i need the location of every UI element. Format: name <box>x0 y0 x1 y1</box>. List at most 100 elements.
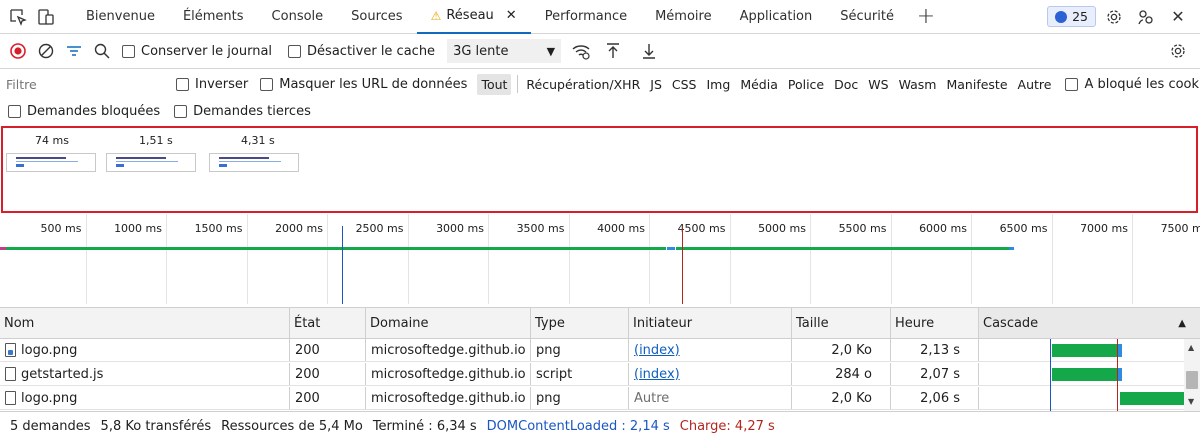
type-filter-0[interactable]: Tout <box>477 73 512 95</box>
tab-0[interactable]: Bienvenue <box>72 0 169 34</box>
scroll-down-icon[interactable]: ▼ <box>1188 397 1194 406</box>
column-header-status[interactable]: État <box>290 308 366 338</box>
dom-content-loaded-time: DOMContentLoaded : 2,14 s <box>486 419 670 434</box>
tab-1[interactable]: Éléments <box>169 0 258 34</box>
cell-domain: microsoftedge.github.io <box>366 387 531 409</box>
overview-tick-label: 4000 ms <box>597 222 645 235</box>
issues-badge[interactable]: 25 <box>1047 6 1096 27</box>
column-header-name[interactable]: Nom <box>0 308 290 338</box>
screenshot-time: 74 ms <box>35 134 69 147</box>
dom-content-loaded-marker <box>342 226 343 304</box>
overview-tick-label: 4500 ms <box>677 222 726 235</box>
issues-count: 25 <box>1072 9 1088 24</box>
overview-tick-label: 3000 ms <box>436 222 484 235</box>
network-conditions-icon[interactable] <box>567 37 595 65</box>
hide-data-urls-checkbox[interactable]: Masquer les URL de données <box>260 77 467 92</box>
blocked-requests-checkbox[interactable]: Demandes bloquées <box>8 104 160 119</box>
tab-8[interactable]: Sécurité <box>826 0 908 34</box>
resource-type-filters: Tout Récupération/XHR JS CSS Img Média Police D… <box>477 73 1057 95</box>
filter-icon[interactable] <box>60 37 88 65</box>
overview-gridline <box>1132 214 1133 304</box>
throttling-select[interactable]: 3G lente ▼ <box>447 39 562 63</box>
cell-initiator: Autre <box>629 387 792 409</box>
waterfall-bar[interactable] <box>1052 368 1118 381</box>
cell-time: 2,13 s <box>891 339 979 361</box>
network-settings-gear-icon[interactable] <box>1164 37 1192 65</box>
stop-recording-icon[interactable] <box>4 37 32 65</box>
column-header-size[interactable]: Taille <box>792 308 891 338</box>
waterfall-bar[interactable] <box>1120 392 1184 405</box>
overview-tick-label: 5500 ms <box>838 222 887 235</box>
resources-size: Ressources de 5,4 Mo <box>221 419 363 434</box>
close-tab-icon[interactable]: ✕ <box>506 8 517 23</box>
filter-input[interactable] <box>4 73 162 95</box>
import-har-icon[interactable] <box>599 37 627 65</box>
overview-activity-bar <box>676 247 1009 250</box>
screenshots-strip: 74 ms 1,51 s 4,31 s <box>1 126 1198 213</box>
scrollbar-thumb[interactable] <box>1186 371 1198 389</box>
tab-5[interactable]: Performance <box>531 0 641 34</box>
cell-name: logo.png <box>0 387 290 409</box>
close-devtools-icon[interactable]: ✕ <box>1164 3 1192 31</box>
column-header-type[interactable]: Type <box>531 308 629 338</box>
waterfall-bar[interactable] <box>1052 344 1118 357</box>
type-filter-7[interactable]: Doc <box>830 74 862 95</box>
preserve-log-checkbox[interactable]: Conserver le journal <box>122 44 272 59</box>
type-filter-4[interactable]: Img <box>703 74 735 95</box>
table-scrollbar[interactable]: ▲ ▼ <box>1184 339 1200 411</box>
waterfall-dom-loaded-line <box>1050 339 1051 411</box>
cell-initiator[interactable]: (index) <box>629 363 792 385</box>
type-filter-6[interactable]: Police <box>784 74 828 95</box>
dropdown-arrow-icon: ▼ <box>546 44 556 58</box>
cell-time: 2,07 s <box>891 363 979 385</box>
screenshot-thumbnail[interactable] <box>106 153 196 172</box>
tab-4[interactable]: ⚠ Réseau ✕ <box>416 0 531 34</box>
overview-gridline <box>568 214 570 304</box>
scroll-up-icon[interactable]: ▲ <box>1188 343 1194 352</box>
overview-tick-label: 3500 ms <box>516 222 565 235</box>
add-tab-icon[interactable]: + <box>912 3 940 31</box>
third-party-checkbox[interactable]: Demandes tierces <box>174 104 311 119</box>
disable-cache-checkbox[interactable]: Désactiver le cache <box>288 44 435 59</box>
overview-gridline <box>1051 214 1053 304</box>
blocked-cookies-checkbox[interactable]: A bloqué les cookies <box>1065 77 1200 92</box>
column-header-domain[interactable]: Domaine <box>366 308 531 338</box>
script-file-icon <box>5 367 16 381</box>
type-filter-2[interactable]: JS <box>646 74 666 95</box>
table-row[interactable]: logo.png 200 microsoftedge.github.io png Aut… <box>0 387 1184 410</box>
network-overview[interactable]: 500 ms 1000 ms 1500 ms 2000 ms 2500 ms 3000 m… <box>0 214 1200 306</box>
column-header-waterfall[interactable]: Cascade ▲ <box>979 308 1200 338</box>
tab-6[interactable]: Mémoire <box>641 0 726 34</box>
cell-type: png <box>531 339 629 361</box>
column-header-time[interactable]: Heure <box>891 308 979 338</box>
invert-checkbox[interactable]: Inverser <box>176 77 248 92</box>
column-header-initiator[interactable]: Initiateur <box>629 308 792 338</box>
screenshot-thumbnail[interactable] <box>209 153 299 172</box>
inspect-element-icon[interactable] <box>4 3 32 31</box>
type-filter-10[interactable]: Manifeste <box>942 74 1011 95</box>
type-filter-1[interactable]: Récupération/XHR <box>522 74 644 95</box>
settings-gear-icon[interactable] <box>1100 3 1128 31</box>
type-filter-9[interactable]: Wasm <box>895 74 941 95</box>
overview-tick-label: 7500 ms <box>1160 222 1200 235</box>
customize-icon[interactable] <box>1132 3 1160 31</box>
cell-initiator[interactable]: (index) <box>629 339 792 361</box>
tab-3[interactable]: Sources <box>337 0 416 34</box>
devtools-tab-bar: Bienvenue Éléments Console Sources ⚠ Réseau ✕ P… <box>0 0 1200 34</box>
table-row[interactable]: getstarted.js 200 microsoftedge.github.io s… <box>0 363 1184 386</box>
type-filter-11[interactable]: Autre <box>1014 74 1056 95</box>
tab-7[interactable]: Application <box>726 0 827 34</box>
file-icon <box>5 391 16 405</box>
search-icon[interactable] <box>88 37 116 65</box>
screenshot-thumbnail[interactable] <box>6 153 96 172</box>
device-emulation-icon[interactable] <box>32 3 60 31</box>
type-filter-8[interactable]: WS <box>864 74 892 95</box>
clear-icon[interactable] <box>32 37 60 65</box>
type-filter-3[interactable]: CSS <box>668 74 701 95</box>
screenshot-time: 4,31 s <box>241 134 275 147</box>
table-row[interactable]: logo.png 200 microsoftedge.github.io png (in… <box>0 339 1184 362</box>
image-file-icon <box>5 343 16 357</box>
type-filter-5[interactable]: Média <box>736 74 782 95</box>
tab-2[interactable]: Console <box>258 0 338 34</box>
export-har-icon[interactable] <box>635 37 663 65</box>
